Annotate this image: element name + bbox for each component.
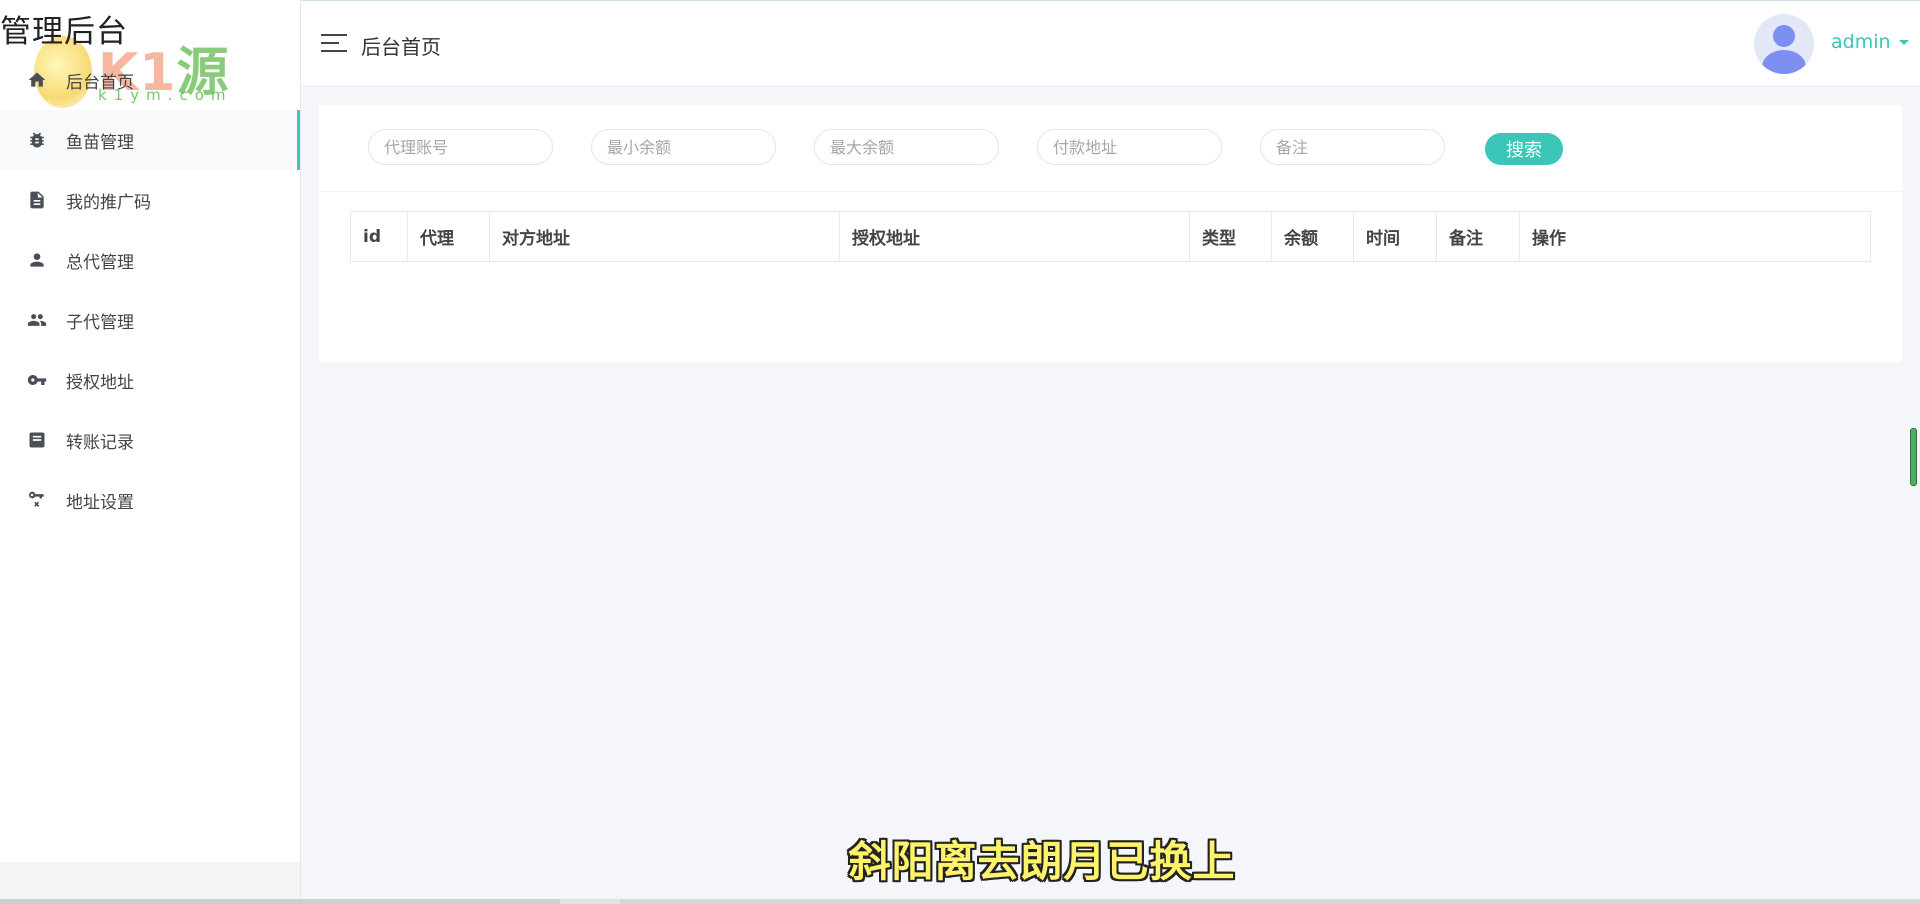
avatar[interactable] (1754, 14, 1814, 74)
sidebar-item-address-settings[interactable]: 地址设置 (0, 470, 300, 530)
sidebar-item-label: 总代管理 (66, 252, 134, 273)
user-dropdown[interactable]: admin (1831, 31, 1909, 53)
sidebar-item-label: 地址设置 (66, 492, 134, 513)
sidebar-item-sub-agent[interactable]: 子代管理 (0, 290, 300, 350)
search-button[interactable]: 搜索 (1485, 133, 1563, 165)
sidebar-item-label: 后台首页 (66, 72, 134, 93)
agent-account-input[interactable] (368, 129, 553, 165)
caret-down-icon (1898, 39, 1909, 45)
remark-input[interactable] (1260, 129, 1445, 165)
sidebar-item-label: 转账记录 (66, 432, 134, 453)
column-header-time[interactable]: 时间 (1353, 211, 1437, 262)
filter-bar: 搜索 (319, 105, 1902, 192)
page-title: 后台首页 (361, 35, 441, 59)
column-header-id[interactable]: id (350, 211, 408, 262)
note-icon (26, 429, 48, 451)
sidebar-item-fish-management[interactable]: 鱼苗管理 (0, 110, 300, 170)
sidebar-item-auth-address[interactable]: 授权地址 (0, 350, 300, 410)
people-icon (26, 309, 48, 331)
min-balance-input[interactable] (591, 129, 776, 165)
column-header-actions[interactable]: 操作 (1519, 211, 1871, 262)
video-caption: 斜阳离去朗月已换上 (848, 837, 1236, 886)
table-header-row: id 代理 对方地址 授权地址 类型 余额 时间 备注 操作 (350, 211, 1871, 262)
bug-icon (26, 129, 48, 151)
top-header: 后台首页 admin (301, 1, 1920, 87)
max-balance-input[interactable] (814, 129, 999, 165)
content-card: 搜索 id 代理 对方地址 授权地址 类型 余额 时间 备注 操作 (319, 105, 1902, 362)
sidebar-item-transfer-records[interactable]: 转账记录 (0, 410, 300, 470)
key-icon (26, 369, 48, 391)
username: admin (1831, 31, 1891, 53)
sidebar-menu: 后台首页 鱼苗管理 我的推广码 总代管理 子代管理 授权地址 转账记录 地址设置 (0, 50, 300, 530)
column-header-balance[interactable]: 余额 (1271, 211, 1354, 262)
sidebar-item-label: 授权地址 (66, 372, 134, 393)
document-icon (26, 189, 48, 211)
records-table: id 代理 对方地址 授权地址 类型 余额 时间 备注 操作 (350, 211, 1871, 262)
sidebar-item-home[interactable]: 后台首页 (0, 50, 300, 110)
column-header-counterparty-address[interactable]: 对方地址 (489, 211, 840, 262)
person-icon (26, 249, 48, 271)
sidebar-item-promo-code[interactable]: 我的推广码 (0, 170, 300, 230)
sidebar-item-general-agent[interactable]: 总代管理 (0, 230, 300, 290)
column-header-agent[interactable]: 代理 (407, 211, 490, 262)
menu-toggle-icon[interactable] (321, 33, 347, 53)
home-icon (26, 69, 48, 91)
column-header-remark[interactable]: 备注 (1436, 211, 1520, 262)
brand-title: 管理后台 (0, 14, 128, 50)
sidebar: K1源码 k1ym.com 管理后台 后台首页 鱼苗管理 我的推广码 总 (0, 0, 301, 862)
horizontal-scrollbar[interactable] (0, 899, 1920, 904)
sidebar-item-label: 鱼苗管理 (66, 132, 134, 153)
sidebar-item-label: 我的推广码 (66, 192, 151, 213)
column-header-type[interactable]: 类型 (1189, 211, 1272, 262)
key-remove-icon (26, 489, 48, 511)
pay-address-input[interactable] (1037, 129, 1222, 165)
sidebar-item-label: 子代管理 (66, 312, 134, 333)
scrollbar-thumb[interactable] (1910, 428, 1917, 486)
column-header-auth-address[interactable]: 授权地址 (839, 211, 1190, 262)
